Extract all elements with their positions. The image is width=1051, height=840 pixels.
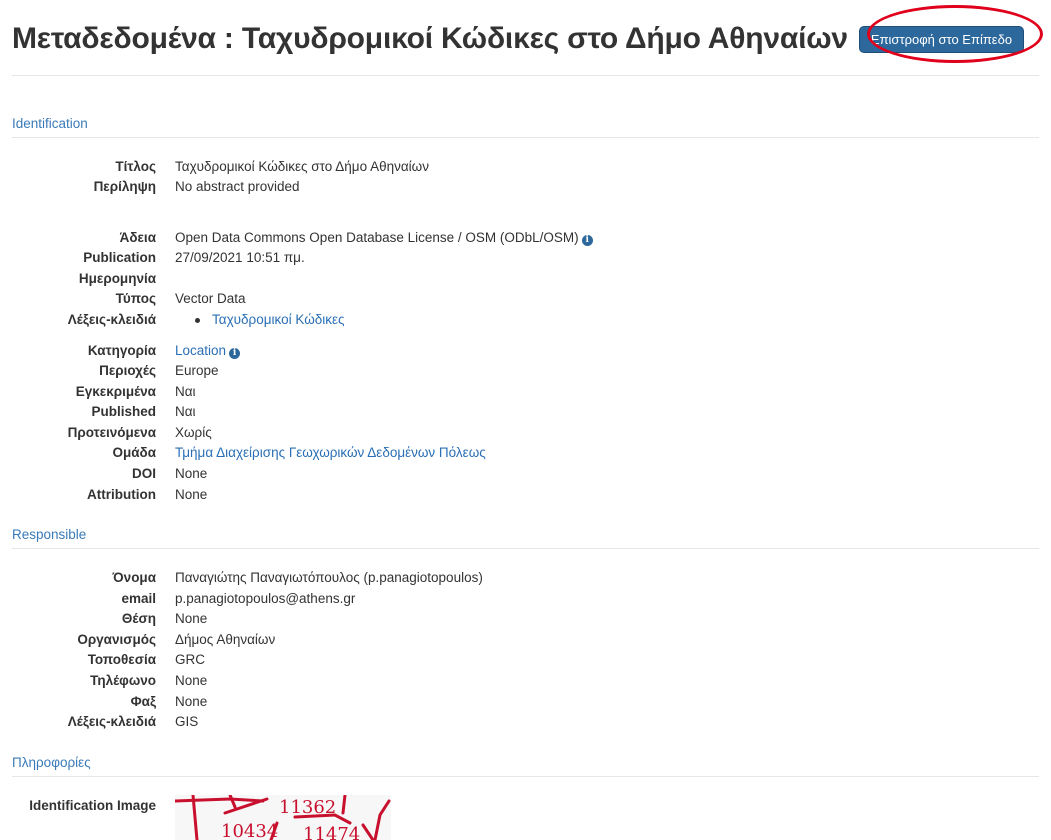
field-value-attribution: None xyxy=(175,487,208,502)
field-label-featured: Προτεινόμενα xyxy=(67,425,156,440)
field-label-category: Κατηγορία xyxy=(87,343,156,358)
field-value-group: Τμήμα Διαχείρισης Γεωχωρικών Δεδομένων Π… xyxy=(175,444,486,462)
map-road xyxy=(191,795,199,840)
keyword-list-item: Ταχυδρομικοί Κώδικες xyxy=(175,311,345,329)
field-label-approved: Εγκεκριμένα xyxy=(75,384,156,399)
map-thumbnail: 11362 10434 11474 xyxy=(175,795,391,840)
field-label-license: Άδεια xyxy=(119,230,156,245)
field-label-type: Τύπος xyxy=(115,291,156,306)
field-label-doi: DOI xyxy=(131,466,156,481)
field-label-title: Τίτλος xyxy=(115,159,156,174)
field-value-category: Location i xyxy=(175,342,241,360)
section-heading-identification: Identification xyxy=(12,115,1039,138)
field-label-name: Όνομα xyxy=(112,570,156,585)
field-label-fax: Φαξ xyxy=(130,694,156,709)
field-value-approved: Ναι xyxy=(175,384,196,399)
field-value-title: Ταχυδρομικοί Κώδικες στο Δήμο Αθηναίων xyxy=(175,159,429,174)
bullet-icon xyxy=(195,317,200,323)
section-heading-info: Πληροφορίες xyxy=(12,754,1039,777)
field-label-publication-date: Ημερομηνία xyxy=(78,271,156,286)
field-value-organization: Δήμος Αθηναίων xyxy=(175,632,276,647)
field-label-group: Ομάδα xyxy=(112,445,156,460)
map-road xyxy=(341,795,347,815)
field-label-location: Τοποθεσία xyxy=(87,652,156,667)
field-label-responsible-keywords: Λέξεις-κλειδιά xyxy=(67,714,156,729)
field-value-license: Open Data Commons Open Database License … xyxy=(175,229,593,247)
field-value-featured: Χωρίς xyxy=(175,425,212,440)
field-label-email: email xyxy=(121,591,156,606)
info-icon[interactable]: i xyxy=(229,348,241,359)
license-text: Open Data Commons Open Database License … xyxy=(175,230,579,245)
field-value-doi: None xyxy=(175,466,208,481)
field-value-responsible-keywords: GIS xyxy=(175,714,199,729)
field-value-type: Vector Data xyxy=(175,291,246,306)
back-to-layer-button[interactable]: Επιστροφή στο Επίπεδο xyxy=(859,26,1024,53)
section-heading-responsible: Responsible xyxy=(12,526,1039,549)
keyword-link[interactable]: Ταχυδρομικοί Κώδικες xyxy=(212,312,345,327)
field-label-keywords: Λέξεις-κλειδιά xyxy=(67,312,156,327)
field-value-position: None xyxy=(175,611,208,626)
map-label-postcode: 11362 xyxy=(279,797,336,818)
map-road xyxy=(175,797,265,803)
field-value-published: Ναι xyxy=(175,404,196,419)
field-value-phone: None xyxy=(175,673,208,688)
field-label-attribution: Attribution xyxy=(87,487,156,502)
field-label-organization: Οργανισμός xyxy=(77,632,156,647)
identification-image: 11362 10434 11474 xyxy=(175,795,391,840)
field-label-phone: Τηλέφωνο xyxy=(90,673,156,688)
field-label-identification-image: Identification Image xyxy=(29,798,156,813)
field-value-name: Παναγιώτης Παναγιωτόπουλος (p.panagiotop… xyxy=(175,570,483,585)
field-value-location: GRC xyxy=(175,652,205,667)
map-road xyxy=(361,823,375,840)
map-label-postcode: 10434 xyxy=(221,821,278,840)
field-label-published: Published xyxy=(91,404,156,419)
page-title: Μεταδεδομένα : Ταχυδρομικοί Κώδικες στο … xyxy=(12,22,848,55)
info-icon[interactable]: i xyxy=(581,235,593,246)
field-label-regions: Περιοχές xyxy=(99,363,156,378)
field-value-email: p.panagiotopoulos@athens.gr xyxy=(175,591,356,606)
map-road xyxy=(373,799,391,840)
map-label-postcode: 11474 xyxy=(303,824,360,840)
field-label-abstract: Περίληψη xyxy=(93,179,156,194)
map-road xyxy=(228,795,237,809)
group-link[interactable]: Τμήμα Διαχείρισης Γεωχωρικών Δεδομένων Π… xyxy=(175,445,486,460)
field-label-position: Θέση xyxy=(121,611,156,626)
field-value-fax: None xyxy=(175,694,208,709)
field-value-publication: 27/09/2021 10:51 πμ. xyxy=(175,250,305,265)
field-value-regions: Europe xyxy=(175,363,219,378)
field-value-abstract: No abstract provided xyxy=(175,179,300,194)
category-link[interactable]: Location xyxy=(175,343,226,358)
field-label-publication: Publication xyxy=(83,250,156,265)
